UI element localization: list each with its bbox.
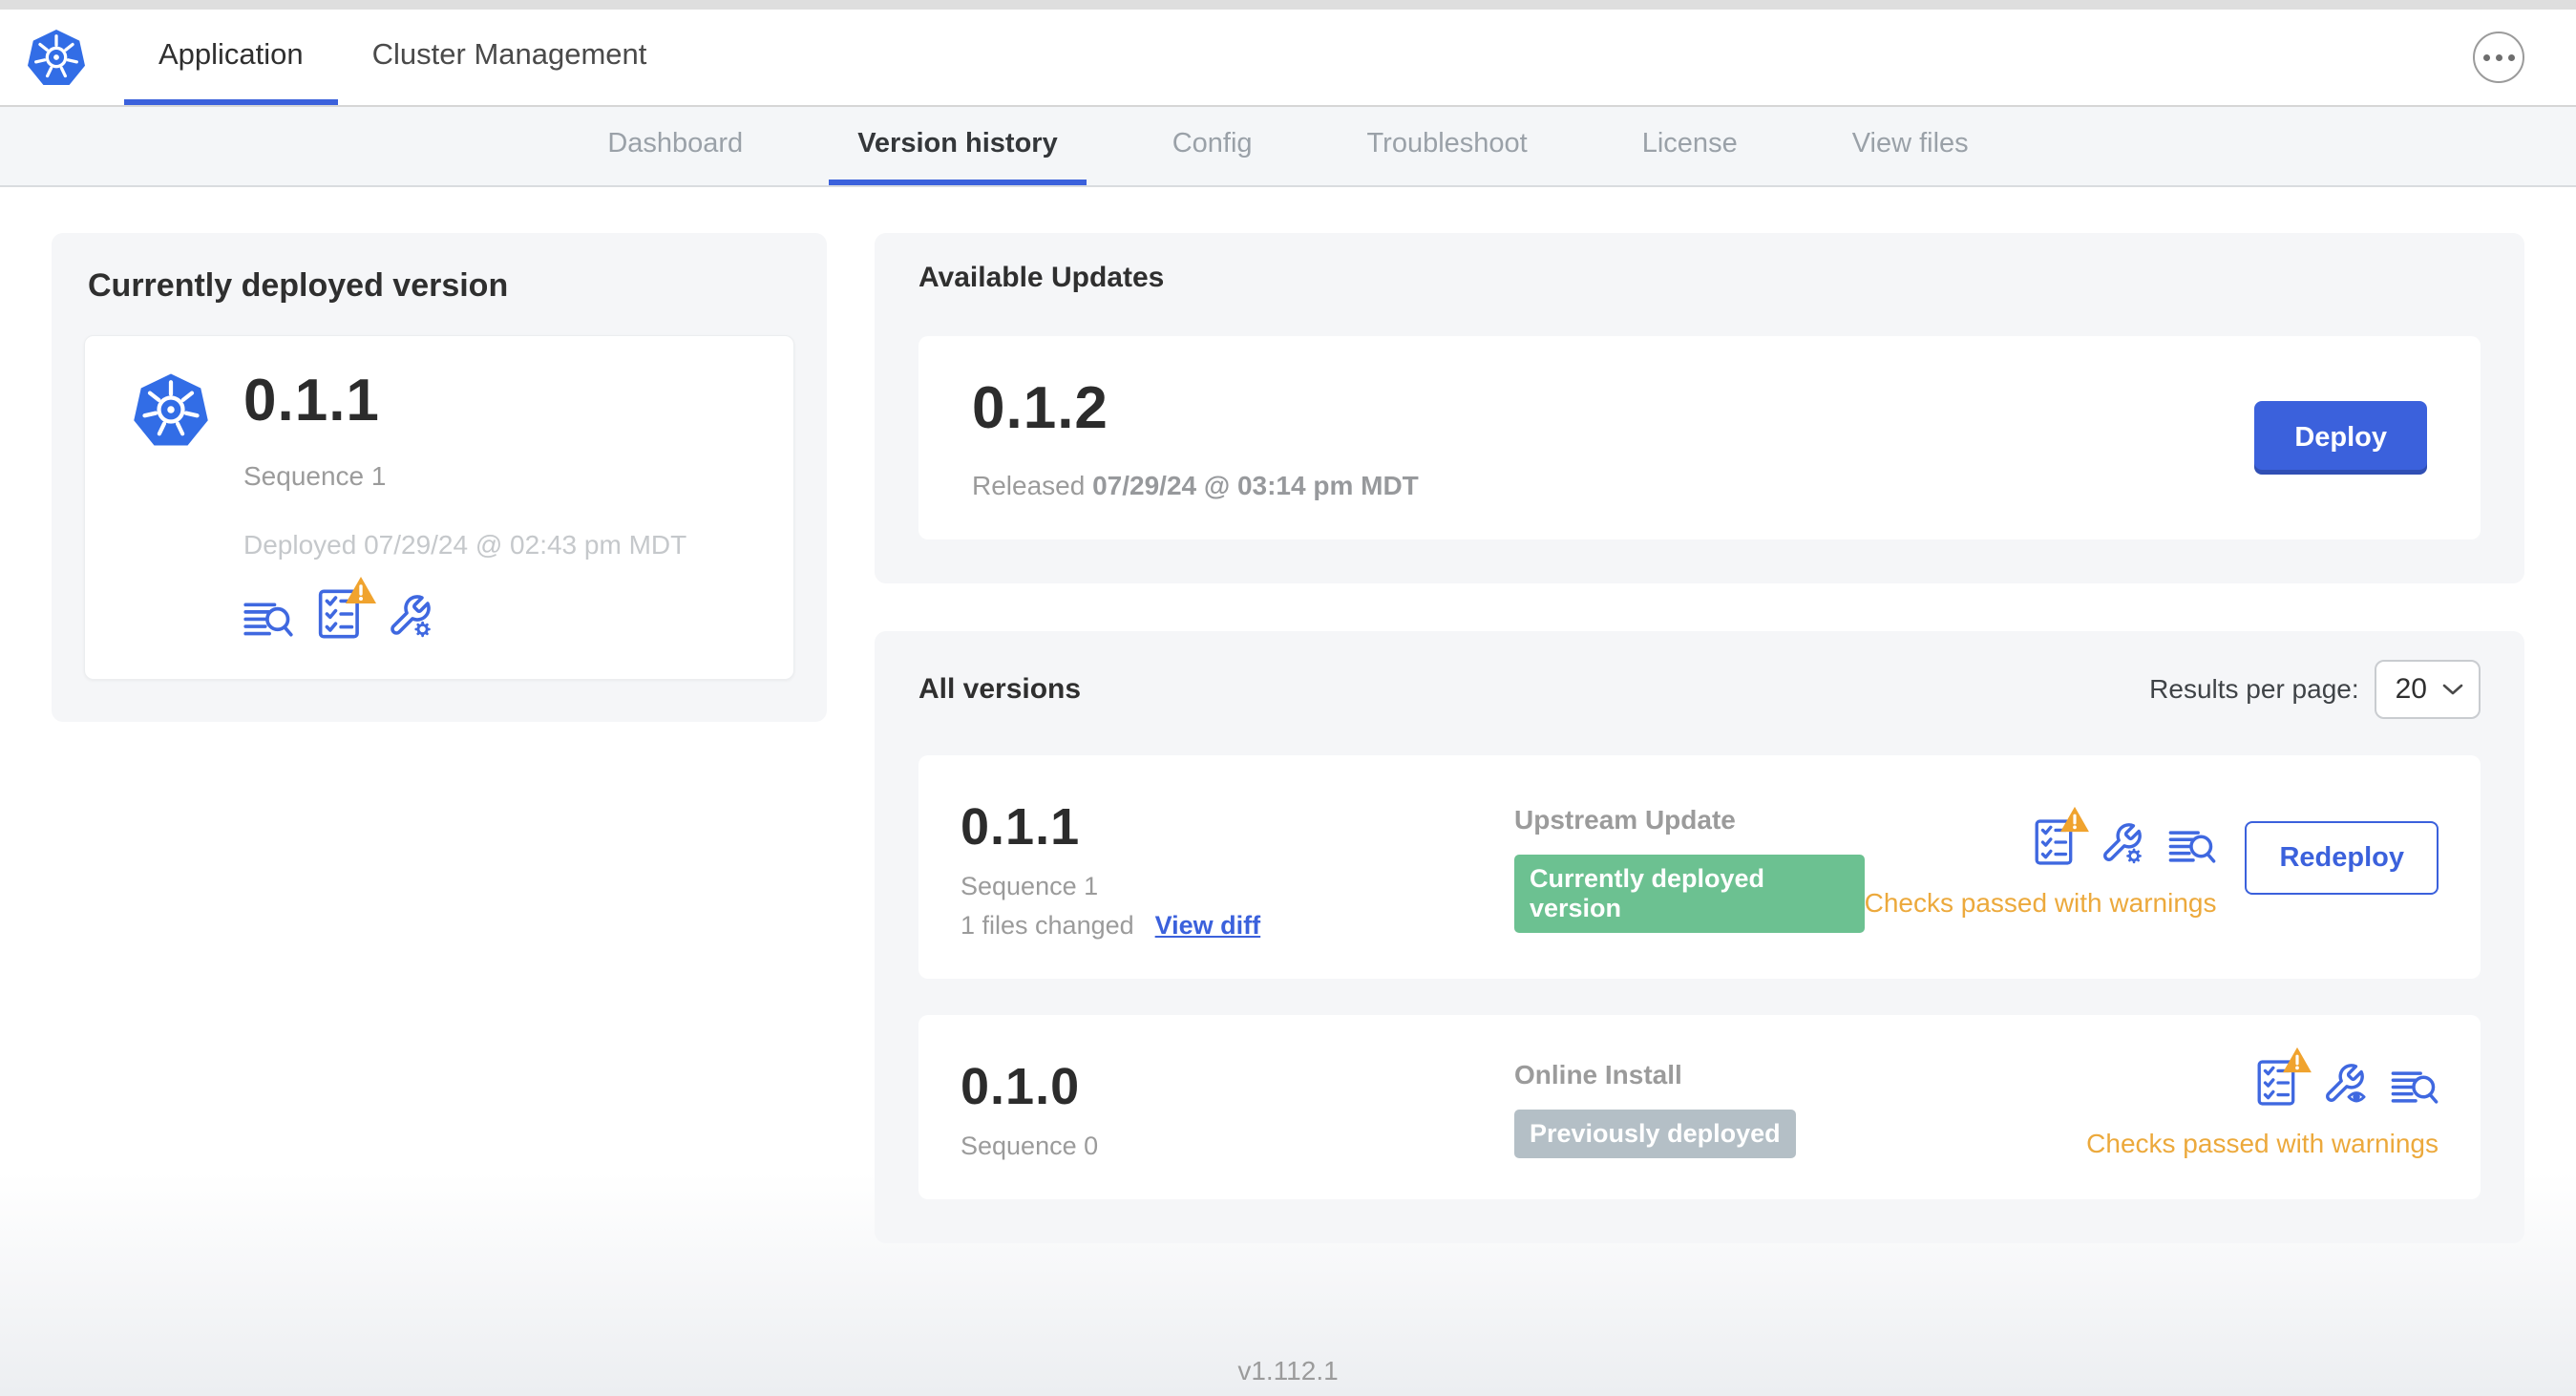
app-header: Application Cluster Management (0, 10, 2576, 107)
chevron-down-icon (2442, 683, 2463, 696)
version-row-actions: Checks passed with warnings (2086, 1047, 2439, 1159)
row-version-number: 0.1.1 (961, 798, 1081, 856)
view-diff-link[interactable]: View diff (1155, 911, 1261, 941)
version-row-0-1-0: 0.1.0 Sequence 0 Online Install Previous… (918, 1015, 2481, 1199)
diff-lines-magnifier-icon[interactable] (243, 601, 293, 639)
diff-lines-magnifier-icon[interactable] (2168, 829, 2216, 865)
all-versions-panel: All versions Results per page: 20 0.1.1 … (875, 631, 2524, 1243)
results-per-page-value: 20 (2395, 673, 2427, 705)
version-row-icons: Checks passed with warnings (2086, 1047, 2439, 1159)
currently-deployed-panel: Currently deployed version 0.1.1 Sequenc… (52, 233, 827, 722)
row-version-number: 0.1.0 (961, 1058, 1081, 1115)
subnav-tab-dashboard[interactable]: Dashboard (579, 107, 771, 185)
version-row-actions: Checks passed with warnings Redeploy (1864, 806, 2439, 919)
ellipsis-icon (2482, 53, 2490, 61)
app-subnav: Dashboard Version history Config Trouble… (0, 107, 2576, 187)
update-version-number: 0.1.2 (972, 375, 1109, 441)
checks-status-text: Checks passed with warnings (1864, 888, 2217, 918)
available-update-info: 0.1.2 Released 07/29/24 @ 03:14 pm MDT (972, 374, 1419, 501)
currently-deployed-badge: Currently deployed version (1514, 855, 1865, 933)
source-label: Upstream Update (1514, 805, 1736, 835)
tab-cluster-management[interactable]: Cluster Management (338, 10, 682, 105)
version-row-icons: Checks passed with warnings (1864, 806, 2217, 919)
window-top-strip (0, 0, 2576, 10)
deployed-version-body: 0.1.1 Sequence 1 Deployed 07/29/24 @ 02:… (243, 367, 686, 639)
subnav-tab-license[interactable]: License (1614, 107, 1766, 185)
tab-application[interactable]: Application (124, 10, 338, 105)
deployed-version-actions (243, 577, 686, 639)
row-sequence: Sequence 0 (961, 1132, 1099, 1160)
version-source: Online Install Previously deployed (1514, 1060, 2086, 1158)
main-content: Currently deployed version 0.1.1 Sequenc… (0, 187, 2576, 1243)
config-wrench-eye-icon[interactable] (2322, 1062, 2366, 1106)
preflight-checklist-warning-icon[interactable] (2257, 1047, 2312, 1106)
currently-deployed-card: 0.1.1 Sequence 1 Deployed 07/29/24 @ 02:… (84, 335, 794, 680)
subnav-tab-view-files[interactable]: View files (1824, 107, 1997, 185)
released-date: 07/29/24 @ 03:14 pm MDT (1092, 471, 1419, 500)
version-info: 0.1.1 Sequence 1 1 files changed View di… (961, 797, 1514, 941)
available-update-card: 0.1.2 Released 07/29/24 @ 03:14 pm MDT D… (918, 336, 2481, 539)
config-wrench-gear-icon[interactable] (387, 593, 433, 639)
row-files-changed: 1 files changed View diff (961, 911, 1261, 941)
kubernetes-logo (133, 372, 209, 639)
released-label: Released (972, 471, 1086, 500)
currently-deployed-title: Currently deployed version (88, 267, 509, 304)
warning-triangle-icon (2059, 806, 2090, 833)
deployed-version-number: 0.1.1 (243, 368, 380, 434)
results-per-page-select[interactable]: 20 (2374, 660, 2481, 719)
warning-triangle-icon (345, 576, 377, 604)
app-logo-wrap (0, 10, 86, 105)
subnav-tab-troubleshoot[interactable]: Troubleshoot (1339, 107, 1556, 185)
redeploy-button[interactable]: Redeploy (2245, 821, 2439, 895)
all-versions-title: All versions (918, 673, 1082, 705)
deployed-timestamp: Deployed 07/29/24 @ 02:43 pm MDT (243, 530, 687, 560)
previously-deployed-badge: Previously deployed (1514, 1110, 1796, 1158)
available-updates-title: Available Updates (918, 262, 1165, 293)
version-source: Upstream Update Currently deployed versi… (1514, 805, 1865, 933)
row-sequence: Sequence 1 (961, 872, 1099, 900)
results-per-page-label: Results per page: (2149, 674, 2359, 704)
version-row-0-1-1: 0.1.1 Sequence 1 1 files changed View di… (918, 755, 2481, 979)
right-column: Available Updates 0.1.2 Released 07/29/2… (875, 233, 2524, 1243)
preflight-checklist-warning-icon[interactable] (2035, 806, 2090, 865)
checks-status-text: Checks passed with warnings (2086, 1128, 2439, 1158)
subnav-tab-config[interactable]: Config (1144, 107, 1281, 185)
version-info: 0.1.0 Sequence 0 (961, 1057, 1514, 1161)
update-released-line: Released 07/29/24 @ 03:14 pm MDT (972, 471, 1419, 501)
config-wrench-gear-icon[interactable] (2100, 821, 2143, 865)
ellipsis-menu-button[interactable] (2473, 32, 2524, 83)
results-per-page: Results per page: 20 (2149, 660, 2481, 719)
console-version-footer: v1.112.1 (1237, 1356, 1339, 1385)
source-label: Online Install (1514, 1060, 1682, 1089)
all-versions-header: All versions Results per page: 20 (918, 660, 2481, 719)
subnav-tab-version-history[interactable]: Version history (829, 107, 1087, 185)
header-tabs: Application Cluster Management (124, 10, 681, 105)
available-updates-panel: Available Updates 0.1.2 Released 07/29/2… (875, 233, 2524, 583)
kubernetes-logo (27, 29, 86, 86)
preflight-checklist-warning-icon[interactable] (318, 577, 376, 639)
version-history-page: Application Cluster Management Dashboard… (0, 0, 2576, 1396)
deploy-button[interactable]: Deploy (2254, 401, 2427, 475)
diff-lines-magnifier-icon[interactable] (2391, 1069, 2439, 1106)
warning-triangle-icon (2282, 1047, 2312, 1073)
deployed-sequence: Sequence 1 (243, 461, 387, 491)
